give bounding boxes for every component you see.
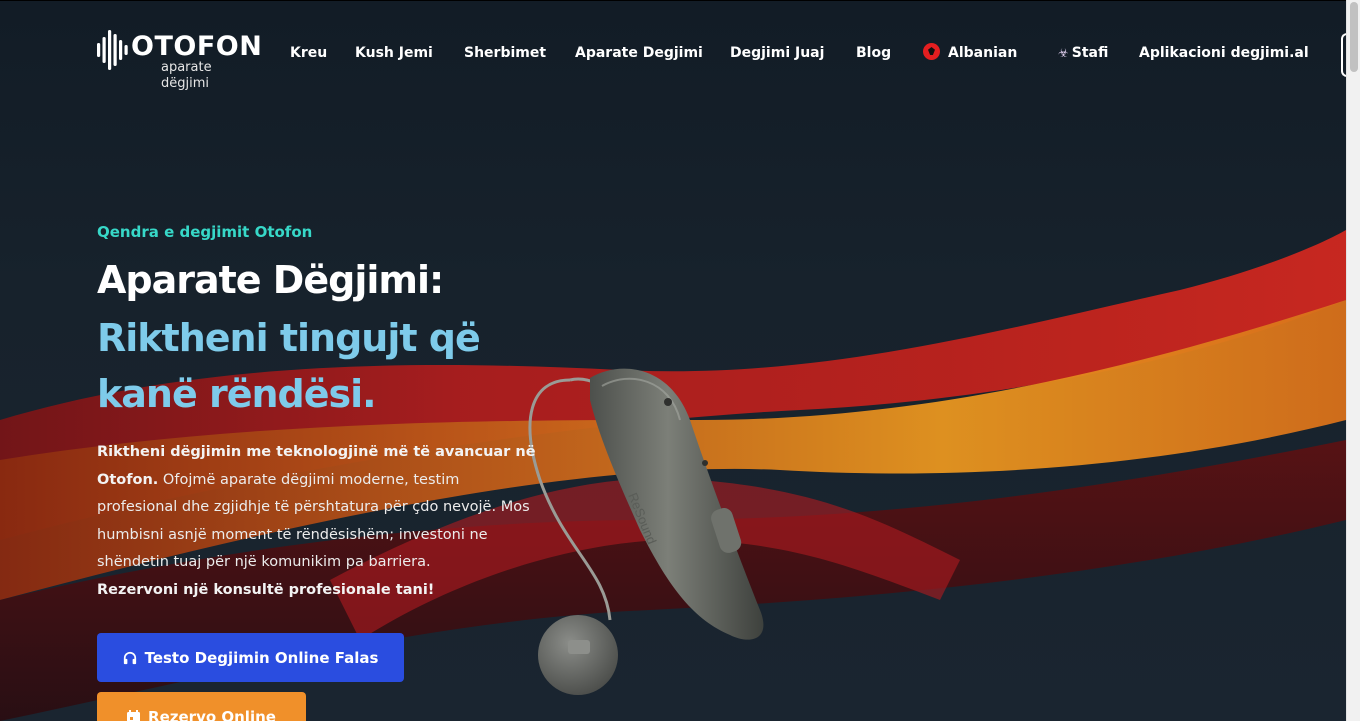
nav-item-language-label: Albanian bbox=[948, 45, 1018, 61]
hero-description-cta: Rezervoni një konsultë profesionale tani… bbox=[97, 581, 435, 598]
page: OTOFON aparate dëgjimi Kreu Kush Jemi Sh… bbox=[0, 0, 1346, 721]
nav-item-kush-jemi[interactable]: Kush Jemi bbox=[355, 43, 433, 63]
nav-item-stafi[interactable]: ☣ Stafi bbox=[1058, 43, 1108, 63]
albanian-flag-icon bbox=[923, 43, 940, 60]
brand-logo[interactable]: OTOFON aparate dëgjimi bbox=[97, 30, 263, 91]
reserve-online-button-label: Rezervo Online bbox=[148, 707, 276, 721]
hero-description: Riktheni dëgjimin me teknologjinë më të … bbox=[97, 439, 537, 604]
hero-subtitle: Riktheni tingujt që kanë rëndësi. bbox=[97, 316, 481, 416]
nav-item-aplikacioni[interactable]: Aplikacioni degjimi.al bbox=[1139, 43, 1309, 63]
sound-wave-icon bbox=[97, 30, 128, 70]
calendar-icon bbox=[127, 709, 141, 721]
nav-item-language[interactable]: Albanian bbox=[923, 43, 1017, 63]
test-hearing-button[interactable]: Testo Degjimin Online Falas bbox=[97, 633, 404, 682]
nav-item-sherbimet[interactable]: Sherbimet bbox=[464, 43, 546, 63]
nav-item-kreu[interactable]: Kreu bbox=[290, 43, 327, 63]
test-hearing-button-label: Testo Degjimin Online Falas bbox=[144, 648, 379, 667]
hero-description-body: Ofojmë aparate dëgjimi moderne, testim p… bbox=[97, 471, 530, 571]
hero-title: Aparate Dëgjimi: bbox=[97, 258, 444, 302]
scrollbar-thumb[interactable] bbox=[1350, 2, 1358, 72]
nav-item-aparate-degjimi[interactable]: Aparate Degjimi bbox=[575, 43, 703, 63]
nav-item-degjimi-juaj[interactable]: Degjimi Juaj bbox=[730, 43, 824, 63]
staff-icon: ☣ bbox=[1058, 46, 1069, 60]
nav-item-stafi-label: Stafi bbox=[1071, 45, 1109, 61]
brand-name: OTOFON bbox=[131, 31, 263, 62]
reserve-online-button[interactable]: Rezervo Online bbox=[97, 692, 306, 721]
vertical-scrollbar[interactable] bbox=[1346, 0, 1360, 721]
headphones-icon bbox=[123, 651, 136, 664]
hero-eyebrow: Qendra e degjimit Otofon bbox=[97, 223, 313, 241]
nav-item-blog[interactable]: Blog bbox=[856, 43, 891, 63]
brand-tagline: aparate dëgjimi bbox=[161, 60, 212, 91]
